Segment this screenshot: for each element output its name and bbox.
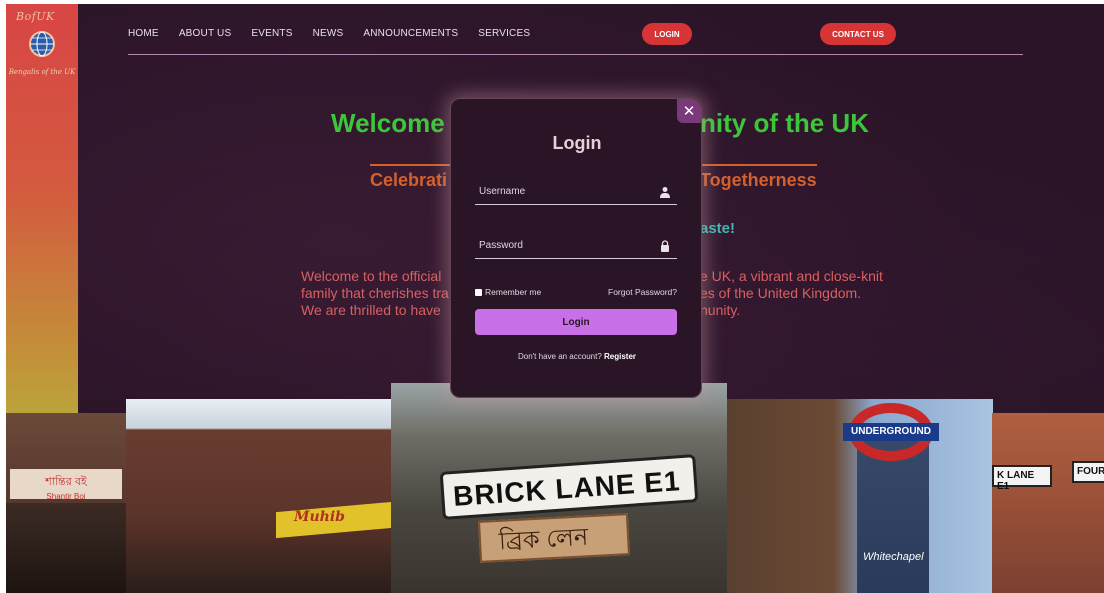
bengali-sign-text: ব্রিক লেন [498, 523, 589, 556]
photo-brick-lane-sign: BRICK LANE E1 ব্রিক লেন [391, 383, 727, 593]
remember-label: Remember me [485, 287, 542, 297]
street-sign-2: FOUR [1072, 461, 1104, 483]
globe-logo-icon[interactable] [28, 30, 56, 58]
main-nav: HOME ABOUT US EVENTS NEWS ANNOUNCEMENTS … [128, 28, 550, 39]
username-input[interactable] [475, 179, 651, 203]
register-prompt: Don't have an account? [517, 352, 604, 361]
shop-sign-english: Shantir Boi [46, 492, 86, 501]
user-icon [660, 187, 670, 198]
remember-checkbox[interactable] [475, 288, 482, 296]
celebrate-left: Celebrati [370, 170, 448, 190]
login-modal: ✕ Login Remember me Forgot Password? Log… [450, 98, 702, 398]
register-row: Don't have an account? Register [451, 352, 703, 361]
close-icon[interactable]: ✕ [677, 99, 701, 123]
nav-about-us[interactable]: ABOUT US [179, 28, 232, 39]
nav-divider [128, 54, 1023, 55]
nav-login-button[interactable]: LOGIN [642, 23, 692, 45]
nav-contact-button[interactable]: CONTACT US [820, 23, 896, 45]
shop-sign: শান্তির বই Shantir Boi [10, 469, 122, 501]
para-line1-left: Welcome to the official [301, 268, 442, 284]
para-line1-right: e UK, a vibrant and close-knit [700, 268, 883, 284]
register-link[interactable]: Register [604, 352, 636, 361]
taste-right: aste! [700, 220, 736, 237]
brand-sidebar: BofUK Bengalis of the UK [6, 4, 78, 414]
street-sign-1: K LANE E1 [992, 465, 1052, 492]
nav-events[interactable]: EVENTS [251, 28, 292, 39]
station-name: Whitechapel [863, 551, 924, 563]
photo-underground: UNDERGROUND Whitechapel [727, 399, 993, 593]
forgot-password-link[interactable]: Forgot Password? [608, 287, 677, 297]
logo-tagline: Bengalis of the UK [8, 68, 76, 76]
lock-icon [661, 240, 669, 252]
celebrate-right: Togetherness [700, 170, 817, 190]
password-input[interactable] [475, 233, 651, 257]
shop-sign-bengali: শান্তির বই [45, 476, 87, 488]
shopfront [6, 503, 126, 593]
nav-news[interactable]: NEWS [313, 28, 344, 39]
nav-home[interactable]: HOME [128, 28, 159, 39]
underground-bar: UNDERGROUND [843, 423, 939, 441]
photo-strip: শান্তির বই Shantir Boi Muhib BRICK LANE … [6, 383, 1104, 593]
nav-announcements[interactable]: ANNOUNCEMENTS [363, 28, 458, 39]
page-frame: BofUK Bengalis of the UK HOME ABOUT US E… [6, 4, 1104, 593]
para-line2-left: family that cherishes tra [301, 285, 449, 301]
para-line2-right: es of the United Kingdom. [700, 285, 862, 301]
password-field [475, 233, 677, 259]
photo-shantir-boi: শান্তির বই Shantir Boi [6, 413, 126, 593]
photo-street-signs: K LANE E1 FOUR [992, 413, 1104, 593]
remember-me[interactable]: Remember me [475, 287, 541, 297]
welcome-left: Welcome t [331, 108, 461, 138]
photo-street-shops: Muhib [126, 399, 392, 593]
logo-text: BofUK [16, 10, 55, 23]
username-field [475, 179, 677, 205]
para-line3-right: nunity. [700, 302, 741, 318]
modal-title: Login [552, 133, 602, 153]
welcome-right: nity of the UK [700, 108, 869, 138]
para-line3-left: We are thrilled to have [301, 302, 441, 318]
nav-services[interactable]: SERVICES [478, 28, 530, 39]
login-submit-button[interactable]: Login [475, 309, 677, 335]
muhib-sign-text: Muhib [294, 509, 345, 525]
